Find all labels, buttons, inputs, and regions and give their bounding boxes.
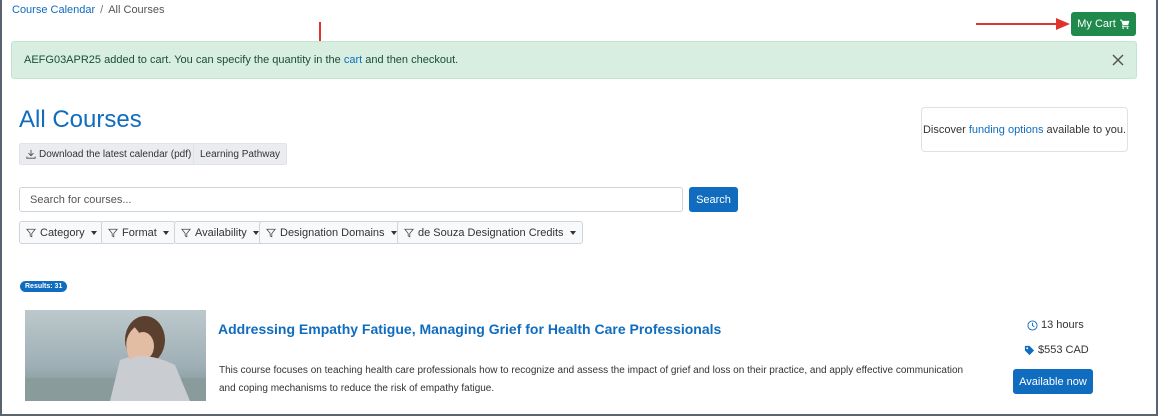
breadcrumb-separator: / (100, 4, 104, 16)
caret-down-icon (162, 230, 169, 235)
filter-label: Category (40, 226, 85, 239)
price-tag-icon (1024, 345, 1035, 355)
alert-cart-link[interactable]: cart (344, 54, 362, 66)
funnel-icon (181, 228, 191, 237)
course-duration-text: 13 hours (1041, 319, 1084, 331)
funding-text-prefix: Discover (922, 123, 969, 136)
alert-text-suffix: and then checkout. (362, 54, 459, 66)
breadcrumb: Course Calendar / All Courses (12, 4, 164, 16)
breadcrumb-course-calendar[interactable]: Course Calendar (12, 4, 95, 16)
search-button[interactable]: Search (689, 187, 738, 212)
funnel-icon (266, 228, 276, 237)
close-icon[interactable] (1110, 52, 1126, 68)
funding-text-suffix: available to you. (1043, 123, 1127, 136)
course-description: This course focuses on teaching health c… (219, 365, 964, 394)
download-calendar-button[interactable]: Download the latest calendar (pdf) (19, 143, 199, 165)
available-now-button[interactable]: Available now (1013, 369, 1093, 394)
funnel-icon (404, 228, 414, 237)
filter-category[interactable]: Category (19, 221, 104, 244)
course-thumbnail-image (25, 310, 206, 401)
my-cart-button[interactable]: My Cart (1071, 12, 1136, 36)
filter-designation-domains[interactable]: Designation Domains (259, 221, 404, 244)
page-title: All Courses (19, 106, 142, 133)
filter-format[interactable]: Format (101, 221, 176, 244)
funding-info-box: Discover funding options available to yo… (921, 107, 1128, 152)
caret-down-icon (90, 230, 97, 235)
funnel-icon (26, 228, 36, 237)
course-duration: 13 hours (1027, 319, 1084, 331)
filter-label: de Souza Designation Credits (418, 226, 564, 239)
alert-text-prefix: AEFG03APR25 added to cart. You can speci… (24, 54, 344, 66)
my-cart-label: My Cart (1077, 18, 1116, 30)
results-count-badge: Results: 31 (20, 281, 68, 292)
learning-pathway-label: Learning Pathway (200, 148, 281, 160)
cart-added-alert: AEFG03APR25 added to cart. You can speci… (11, 41, 1137, 79)
caret-down-icon (569, 230, 576, 235)
breadcrumb-current: All Courses (108, 4, 165, 16)
funding-options-link[interactable]: funding options (969, 124, 1044, 136)
download-calendar-label: Download the latest calendar (pdf) (39, 148, 192, 160)
course-thumbnail[interactable] (25, 310, 206, 401)
download-icon (26, 149, 36, 159)
course-title-link[interactable]: Addressing Empathy Fatigue, Managing Gri… (218, 321, 721, 337)
filter-label: Availability (195, 226, 247, 239)
filter-desouza-credits[interactable]: de Souza Designation Credits (397, 221, 583, 244)
filter-label: Format (122, 226, 157, 239)
shopping-cart-icon (1119, 19, 1130, 29)
caret-down-icon (252, 230, 259, 235)
learning-pathway-button[interactable]: Learning Pathway (193, 143, 288, 165)
clock-icon (1027, 319, 1038, 331)
filter-label: Designation Domains (280, 226, 385, 239)
course-price-text: $553 CAD (1038, 344, 1089, 356)
filter-availability[interactable]: Availability (174, 221, 266, 244)
search-input[interactable] (19, 187, 683, 212)
funnel-icon (108, 228, 118, 237)
course-price: $553 CAD (1024, 344, 1089, 356)
caret-down-icon (390, 230, 397, 235)
